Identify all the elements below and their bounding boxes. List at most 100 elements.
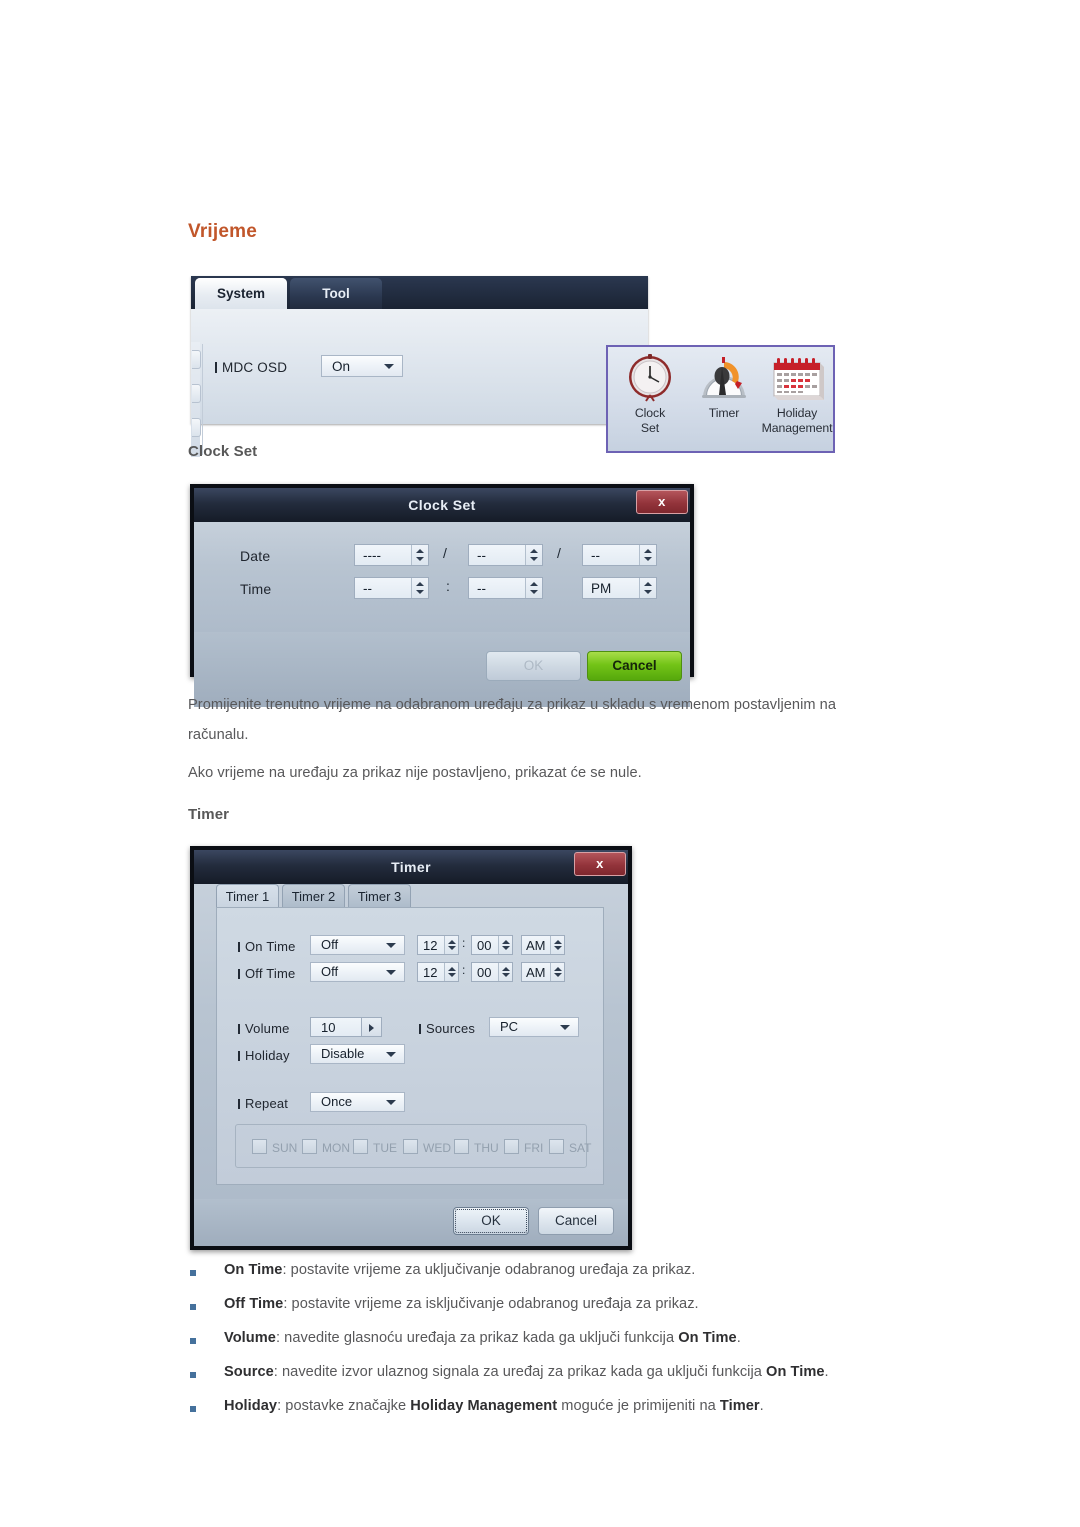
date-separator-1: / [443,545,447,561]
timer-titlebar: Timer x [194,850,628,884]
list-item-text: On Time: postavite vrijeme za uključivan… [224,1262,696,1278]
checkbox-sat[interactable] [549,1139,564,1154]
ribbon-button-timer[interactable]: Timer [688,353,760,421]
off-time-minute-value: 00 [477,965,492,980]
off-time-minute-spinner[interactable]: 00 [471,962,513,982]
paragraph-2: Ako vrijeme na uređaju za prikaz nije po… [188,765,642,781]
timer-title-text: Timer [391,859,431,875]
checkbox-thu-label: THU [474,1141,499,1155]
spinner-arrows-icon[interactable] [498,963,512,981]
mdc-osd-value: On [332,359,351,374]
checkbox-mon[interactable] [302,1139,317,1154]
list-item-text: Source: navedite izvor ulaznog signala z… [224,1364,829,1380]
time-minute-value: -- [477,581,486,596]
holiday-combobox[interactable]: Disable [310,1044,405,1064]
volume-field[interactable]: 10 [310,1017,362,1037]
bullet-icon [190,1406,196,1412]
close-icon[interactable]: x [636,490,688,514]
list-item: On Time: postavite vrijeme za uključivan… [188,1262,988,1296]
on-time-label: On Time [238,939,296,954]
clock-set-title-text: Clock Set [408,497,476,513]
date-separator-2: / [557,545,561,561]
off-time-separator: : [462,963,466,977]
timer-dialog: Timer x Timer 1 Timer 2 Timer 3 On Time … [190,846,632,1250]
time-minute-spinner[interactable]: -- [468,577,543,599]
list-item: Off Time: postavite vrijeme za isključiv… [188,1296,988,1330]
spinner-arrows-icon[interactable] [411,578,428,598]
date-month-spinner[interactable]: -- [468,544,543,566]
chevron-down-icon [560,1025,570,1030]
off-time-meridiem-spinner[interactable]: AM [521,962,565,982]
spinner-arrows-icon[interactable] [639,545,656,565]
page-title: Vrijeme [188,221,258,242]
volume-label: Volume [238,1021,290,1036]
spinner-arrows-icon[interactable] [411,545,428,565]
sources-value: PC [500,1019,519,1034]
spinner-arrows-icon[interactable] [444,963,458,981]
on-time-minute-spinner[interactable]: 00 [471,935,513,955]
weekday-group: SUN MON TUE WED THU FRI SAT [235,1124,591,1168]
ribbon-button-clock-set[interactable]: Clock Set [614,353,686,436]
sources-combobox[interactable]: PC [489,1017,579,1037]
off-time-label: Off Time [238,966,295,981]
off-time-hour-spinner[interactable]: 12 [417,962,459,982]
ribbon-tabstrip: System Tool [191,276,648,309]
list-item: Holiday: postavke značajke Holiday Manag… [188,1398,988,1432]
time-meridiem-spinner[interactable]: PM [582,577,657,599]
off-time-mode-combobox[interactable]: Off [310,962,405,982]
date-label: Date [240,548,271,564]
mdc-osd-combobox[interactable]: On [321,355,403,377]
spinner-arrows-icon[interactable] [498,936,512,954]
date-year-spinner[interactable]: ---- [354,544,429,566]
bullet-icon [190,1372,196,1378]
timer-icon [688,353,760,403]
clock-set-ok-button[interactable]: OK [486,651,581,681]
mdc-ribbon: System Tool MDC OSD On Clock Set Timer H… [191,276,835,457]
on-time-mode-combobox[interactable]: Off [310,935,405,955]
spinner-arrows-icon[interactable] [550,963,564,981]
checkbox-wed[interactable] [403,1139,418,1154]
checkbox-sun[interactable] [252,1139,267,1154]
checkbox-fri[interactable] [504,1139,519,1154]
checkbox-fri-label: FRI [524,1141,544,1155]
tab-tool[interactable]: Tool [290,278,382,309]
tab-timer-2[interactable]: Timer 2 [282,884,345,908]
timer-cancel-button[interactable]: Cancel [538,1207,614,1235]
date-day-value: -- [591,548,600,563]
tab-timer-3[interactable]: Timer 3 [348,884,411,908]
sources-label: Sources [419,1021,475,1036]
spinner-arrows-icon[interactable] [444,936,458,954]
timer-body: Timer 1 Timer 2 Timer 3 On Time Off 12 :… [194,884,628,1199]
clock-set-cancel-button[interactable]: Cancel [587,651,682,681]
checkbox-tue[interactable] [353,1139,368,1154]
time-label: Time [240,581,272,597]
timer-ok-button[interactable]: OK [453,1207,529,1235]
ribbon-left-clipped-controls [191,342,201,457]
list-item: Source: navedite izvor ulaznog signala z… [188,1364,988,1398]
checkbox-tue-label: TUE [373,1141,397,1155]
bullet-icon [190,1304,196,1310]
tab-system[interactable]: System [195,278,287,309]
on-time-hour-spinner[interactable]: 12 [417,935,459,955]
spinner-arrows-icon[interactable] [525,545,542,565]
date-day-spinner[interactable]: -- [582,544,657,566]
close-icon[interactable]: x [574,852,626,876]
repeat-combobox[interactable]: Once [310,1092,405,1112]
spinner-arrows-icon[interactable] [639,578,656,598]
volume-stepper-button[interactable] [362,1017,382,1037]
checkbox-thu[interactable] [454,1139,469,1154]
ribbon-button-holiday-management[interactable]: Holiday Management [758,353,836,436]
clock-set-titlebar: Clock Set x [194,488,690,522]
document-page: Vrijeme System Tool MDC OSD On Clock Set… [0,0,1080,1527]
spinner-arrows-icon[interactable] [525,578,542,598]
spinner-arrows-icon[interactable] [550,936,564,954]
on-time-meridiem-spinner[interactable]: AM [521,935,565,955]
tab-timer-1[interactable]: Timer 1 [216,884,279,908]
on-time-minute-value: 00 [477,938,492,953]
on-time-separator: : [462,936,466,950]
bullet-icon [190,1338,196,1344]
repeat-value: Once [321,1094,353,1109]
holiday-label: Holiday [238,1048,290,1063]
timer-footer: OK Cancel [194,1199,628,1246]
time-hour-spinner[interactable]: -- [354,577,429,599]
